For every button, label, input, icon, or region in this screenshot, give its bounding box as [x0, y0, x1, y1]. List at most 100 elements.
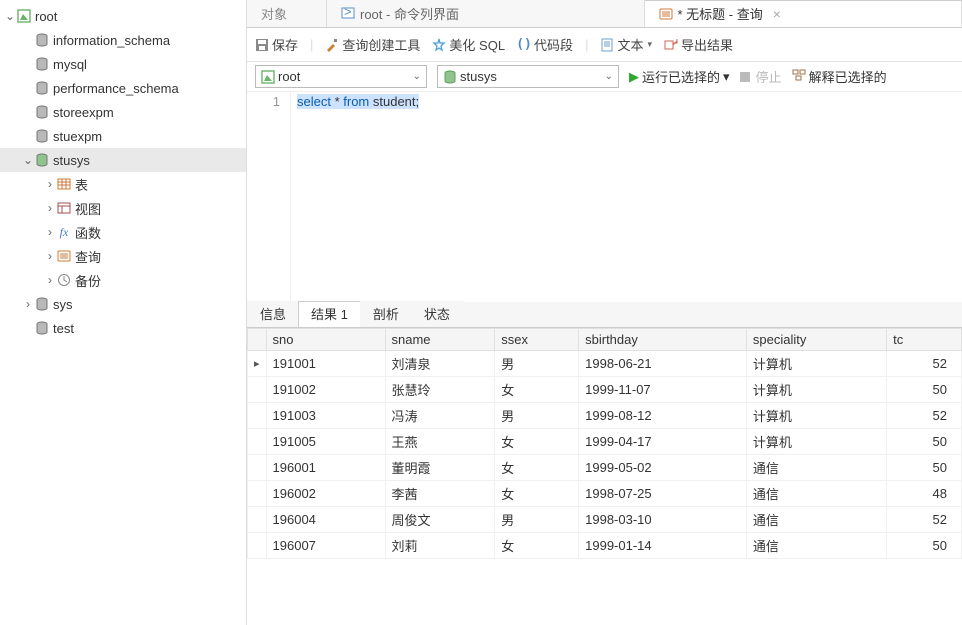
column-header-sname[interactable]: sname: [385, 329, 495, 351]
cell-sname[interactable]: 董明霞: [385, 455, 495, 481]
column-header-sno[interactable]: sno: [266, 329, 385, 351]
cell-speciality[interactable]: 计算机: [746, 351, 886, 377]
save-button[interactable]: 保存: [255, 35, 298, 54]
cell-speciality[interactable]: 计算机: [746, 377, 886, 403]
sidebar-item-stusys[interactable]: ⌄stusys: [0, 148, 246, 172]
result-table-wrap[interactable]: snosnamessexsbirthdayspecialitytc ▸19100…: [247, 328, 962, 625]
expander-icon[interactable]: ⌄: [22, 153, 34, 167]
cell-sname[interactable]: 冯涛: [385, 403, 495, 429]
column-header-speciality[interactable]: speciality: [746, 329, 886, 351]
cell-tc[interactable]: 52: [887, 507, 962, 533]
cell-ssex[interactable]: 男: [495, 507, 579, 533]
database-selector[interactable]: stusys ⌄: [437, 65, 619, 88]
cell-ssex[interactable]: 女: [495, 377, 579, 403]
cell-sname[interactable]: 刘清泉: [385, 351, 495, 377]
close-icon[interactable]: ×: [773, 6, 781, 22]
cell-speciality[interactable]: 通信: [746, 455, 886, 481]
sidebar-item-表[interactable]: ›表: [0, 172, 246, 196]
table-row[interactable]: 191002张慧玲女1999-11-07计算机50: [248, 377, 962, 403]
sidebar-tree[interactable]: ⌄ root information_schemamysqlperformanc…: [0, 0, 247, 625]
cell-ssex[interactable]: 女: [495, 429, 579, 455]
cell-sname[interactable]: 刘莉: [385, 533, 495, 559]
run-button[interactable]: ▶ 运行已选择的 ▾: [629, 67, 730, 86]
tab-query[interactable]: * 无标题 - 查询 ×: [645, 0, 962, 27]
cell-ssex[interactable]: 女: [495, 481, 579, 507]
cell-sno[interactable]: 191005: [266, 429, 385, 455]
cell-sno[interactable]: 191003: [266, 403, 385, 429]
expander-icon[interactable]: ›: [44, 273, 56, 287]
cell-sbirthday[interactable]: 1998-06-21: [579, 351, 747, 377]
result-tab-result[interactable]: 结果 1: [298, 301, 361, 327]
cell-sno[interactable]: 196004: [266, 507, 385, 533]
cell-sname[interactable]: 王燕: [385, 429, 495, 455]
sidebar-item-函数[interactable]: ›fx函数: [0, 220, 246, 244]
cell-sbirthday[interactable]: 1999-11-07: [579, 377, 747, 403]
snippet-button[interactable]: () 代码段: [517, 35, 573, 54]
cell-sno[interactable]: 196002: [266, 481, 385, 507]
expander-icon[interactable]: ›: [44, 225, 56, 239]
cell-tc[interactable]: 50: [887, 429, 962, 455]
sidebar-item-视图[interactable]: ›视图: [0, 196, 246, 220]
expander-icon[interactable]: ›: [22, 297, 34, 311]
sidebar-item-sys[interactable]: ›sys: [0, 292, 246, 316]
table-row[interactable]: 196007刘莉女1999-01-14通信50: [248, 533, 962, 559]
cell-ssex[interactable]: 男: [495, 351, 579, 377]
cell-sbirthday[interactable]: 1999-08-12: [579, 403, 747, 429]
sidebar-item-mysql[interactable]: mysql: [0, 52, 246, 76]
cell-tc[interactable]: 50: [887, 533, 962, 559]
result-tab-status[interactable]: 状态: [411, 301, 463, 327]
cell-sno[interactable]: 196001: [266, 455, 385, 481]
cell-sname[interactable]: 张慧玲: [385, 377, 495, 403]
cell-sno[interactable]: 191001: [266, 351, 385, 377]
expander-icon[interactable]: ⌄: [4, 9, 16, 23]
cell-tc[interactable]: 48: [887, 481, 962, 507]
sidebar-item-备份[interactable]: ›备份: [0, 268, 246, 292]
table-row[interactable]: 196004周俊文男1998-03-10通信52: [248, 507, 962, 533]
result-tab-profile[interactable]: 剖析: [360, 301, 412, 327]
result-tab-info[interactable]: 信息: [247, 301, 299, 327]
cell-tc[interactable]: 50: [887, 455, 962, 481]
cell-sbirthday[interactable]: 1998-07-25: [579, 481, 747, 507]
expander-icon[interactable]: ›: [44, 249, 56, 263]
cell-speciality[interactable]: 通信: [746, 481, 886, 507]
sidebar-item-stuexpm[interactable]: stuexpm: [0, 124, 246, 148]
table-row[interactable]: 196001董明霞女1999-05-02通信50: [248, 455, 962, 481]
table-row[interactable]: 196002李茜女1998-07-25通信48: [248, 481, 962, 507]
cell-sbirthday[interactable]: 1999-05-02: [579, 455, 747, 481]
text-button[interactable]: 文本 ▾: [600, 35, 652, 54]
code-area[interactable]: select * from student;: [291, 92, 425, 302]
table-row[interactable]: 191005王燕女1999-04-17计算机50: [248, 429, 962, 455]
cell-ssex[interactable]: 女: [495, 455, 579, 481]
cell-ssex[interactable]: 男: [495, 403, 579, 429]
explain-button[interactable]: 解释已选择的: [792, 67, 887, 86]
export-button[interactable]: 导出结果: [664, 35, 733, 54]
column-header-sbirthday[interactable]: sbirthday: [579, 329, 747, 351]
tab-terminal[interactable]: >_ root - 命令列界面: [327, 0, 645, 27]
tab-objects[interactable]: 对象: [247, 0, 327, 27]
cell-sbirthday[interactable]: 1999-04-17: [579, 429, 747, 455]
cell-tc[interactable]: 50: [887, 377, 962, 403]
sidebar-item-test[interactable]: test: [0, 316, 246, 340]
beautify-button[interactable]: 美化 SQL: [432, 35, 505, 54]
sidebar-item-performance_schema[interactable]: performance_schema: [0, 76, 246, 100]
cell-sname[interactable]: 周俊文: [385, 507, 495, 533]
expander-icon[interactable]: ›: [44, 201, 56, 215]
sidebar-item-查询[interactable]: ›查询: [0, 244, 246, 268]
tree-root[interactable]: ⌄ root: [0, 4, 246, 28]
sidebar-item-storeexpm[interactable]: storeexpm: [0, 100, 246, 124]
cell-sbirthday[interactable]: 1999-01-14: [579, 533, 747, 559]
cell-speciality[interactable]: 通信: [746, 507, 886, 533]
connection-selector[interactable]: root ⌄: [255, 65, 427, 88]
expander-icon[interactable]: ›: [44, 177, 56, 191]
builder-button[interactable]: 查询创建工具: [325, 35, 420, 54]
table-row[interactable]: 191003冯涛男1999-08-12计算机52: [248, 403, 962, 429]
cell-sno[interactable]: 191002: [266, 377, 385, 403]
column-header-ssex[interactable]: ssex: [495, 329, 579, 351]
table-row[interactable]: ▸191001刘清泉男1998-06-21计算机52: [248, 351, 962, 377]
cell-speciality[interactable]: 计算机: [746, 429, 886, 455]
cell-ssex[interactable]: 女: [495, 533, 579, 559]
cell-speciality[interactable]: 通信: [746, 533, 886, 559]
cell-speciality[interactable]: 计算机: [746, 403, 886, 429]
cell-sno[interactable]: 196007: [266, 533, 385, 559]
sidebar-item-information_schema[interactable]: information_schema: [0, 28, 246, 52]
